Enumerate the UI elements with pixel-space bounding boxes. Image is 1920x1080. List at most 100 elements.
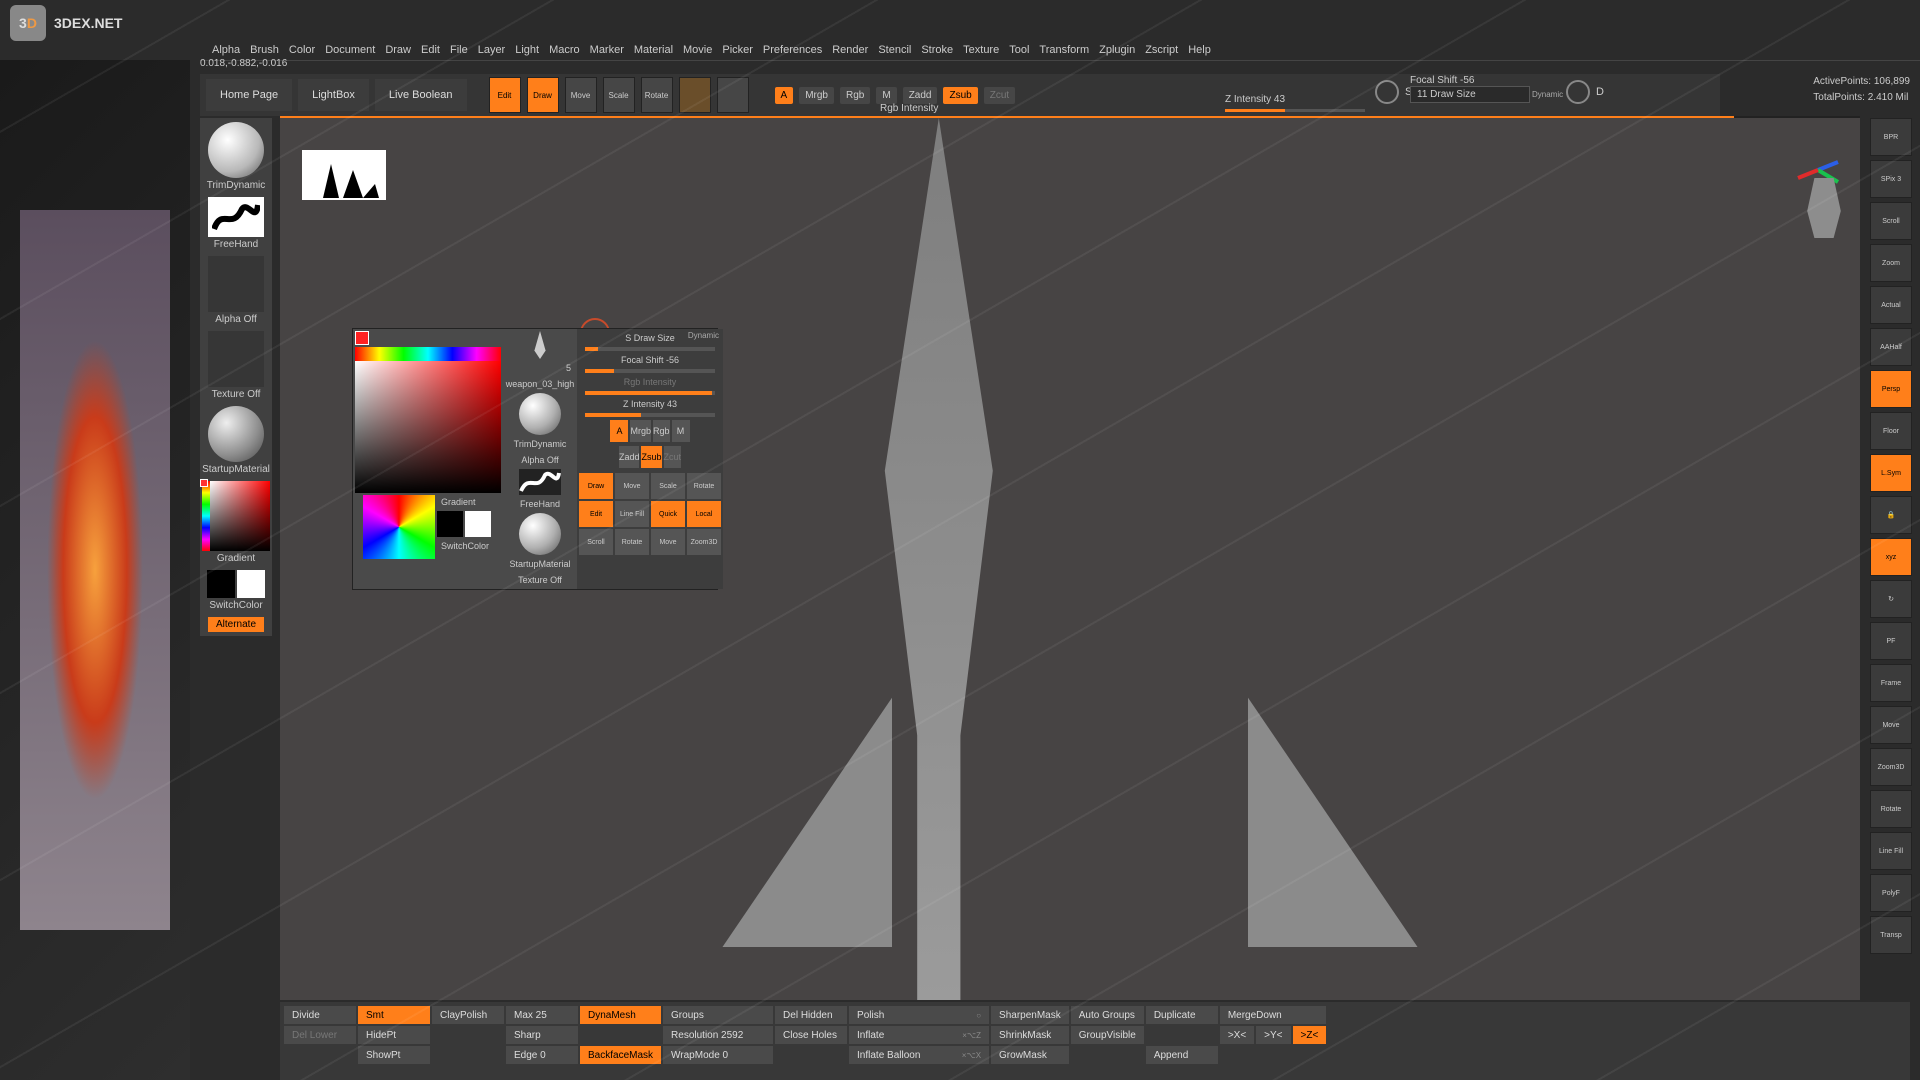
sculptris-toggle[interactable] (679, 77, 711, 113)
popup-edit-icon[interactable]: Edit (579, 501, 613, 527)
growmask-button[interactable]: GrowMask (991, 1046, 1069, 1064)
polish-button[interactable]: Polish○ (849, 1006, 989, 1024)
inflate-button[interactable]: Inflate×⌥Z (849, 1026, 989, 1044)
popup-mrgb-button[interactable]: Mrgb (630, 420, 651, 442)
floor-button[interactable]: Floor (1870, 412, 1912, 450)
edit-mode-button[interactable]: Edit (489, 77, 521, 113)
popup-a-button[interactable]: A (610, 420, 628, 442)
xyz-button[interactable]: xyz (1870, 538, 1912, 576)
smt-button[interactable]: Smt (358, 1006, 430, 1024)
zoom3d-button[interactable]: Zoom3D (1870, 748, 1912, 786)
stroke-thumbnail[interactable] (208, 197, 264, 237)
popup-gradient-picker[interactable] (363, 495, 435, 559)
zoom-button[interactable]: Zoom (1870, 244, 1912, 282)
menu-file[interactable]: File (450, 44, 468, 56)
gizmo-toggle[interactable] (717, 77, 749, 113)
duplicate-button[interactable]: Duplicate (1146, 1006, 1218, 1024)
menu-document[interactable]: Document (325, 44, 375, 56)
alpha-tile[interactable] (208, 256, 264, 312)
groupvisible-button[interactable]: GroupVisible (1071, 1026, 1144, 1044)
edge-slider[interactable]: Edge 0 (506, 1046, 578, 1064)
showpt-button[interactable]: ShowPt (358, 1046, 430, 1064)
mirror-y-button[interactable]: >Y< (1256, 1026, 1290, 1044)
sharp-button[interactable]: Sharp (506, 1026, 578, 1044)
popup-quick-icon[interactable]: Quick (651, 501, 685, 527)
aahalf-button[interactable]: AAHalf (1870, 328, 1912, 366)
persp-button[interactable]: Persp (1870, 370, 1912, 408)
popup-material-ball[interactable] (519, 513, 561, 555)
menu-light[interactable]: Light (515, 44, 539, 56)
popup-rotate-icon[interactable]: Rotate (687, 473, 721, 499)
popup-zsub-button[interactable]: Zsub (641, 446, 661, 468)
rotate-mode-button[interactable]: Rotate (641, 77, 673, 113)
popup-zcut-button[interactable]: Zcut (664, 446, 682, 468)
autogroups-button[interactable]: Auto Groups (1071, 1006, 1144, 1024)
hidept-button[interactable]: HidePt (358, 1026, 430, 1044)
s-dial[interactable] (1375, 80, 1399, 104)
shrinkmask-button[interactable]: ShrinkMask (991, 1026, 1069, 1044)
linefill-button[interactable]: Line Fill (1870, 832, 1912, 870)
popup-rgb-button[interactable]: Rgb (653, 420, 670, 442)
menu-stencil[interactable]: Stencil (878, 44, 911, 56)
menu-alpha[interactable]: Alpha (212, 44, 240, 56)
z-intensity-slider[interactable] (1225, 109, 1365, 112)
spix-button[interactable]: SPix 3 (1870, 160, 1912, 198)
popup-scroll-icon[interactable]: Scroll (579, 529, 613, 555)
move3d-button[interactable]: Move (1870, 706, 1912, 744)
popup-move2-icon[interactable]: Move (651, 529, 685, 555)
scroll-button[interactable]: Scroll (1870, 202, 1912, 240)
draw-size-input[interactable] (1410, 86, 1530, 103)
zcut-chip[interactable]: Zcut (984, 87, 1015, 104)
scale-mode-button[interactable]: Scale (603, 77, 635, 113)
switch-color-swatches[interactable] (207, 570, 265, 598)
divide-button[interactable]: Divide (284, 1006, 356, 1024)
transp-button[interactable]: Transp (1870, 916, 1912, 954)
menu-picker[interactable]: Picker (722, 44, 753, 56)
brush-thumbnail[interactable] (208, 122, 264, 178)
wrapmode-slider[interactable]: WrapMode 0 (663, 1046, 773, 1064)
lock-button[interactable]: 🔒 (1870, 496, 1912, 534)
actual-button[interactable]: Actual (1870, 286, 1912, 324)
popup-rot2-icon[interactable]: Rotate (615, 529, 649, 555)
menu-zplugin[interactable]: Zplugin (1099, 44, 1135, 56)
groups-button[interactable]: Groups (663, 1006, 773, 1024)
mirror-z-button[interactable]: >Z< (1293, 1026, 1327, 1044)
material-thumbnail[interactable] (208, 406, 264, 462)
zsub-chip[interactable]: Zsub (943, 87, 977, 104)
resolution-slider[interactable]: Resolution 2592 (663, 1026, 773, 1044)
lightbox-button[interactable]: LightBox (298, 79, 369, 111)
mode-a-chip[interactable]: A (775, 87, 794, 104)
zadd-chip[interactable]: Zadd (903, 87, 938, 104)
rgb-chip[interactable]: Rgb (840, 87, 870, 104)
closeholes-button[interactable]: Close Holes (775, 1026, 847, 1044)
menu-marker[interactable]: Marker (590, 44, 624, 56)
solo-button[interactable]: ↻ (1870, 580, 1912, 618)
popup-stroke-thumb[interactable] (519, 469, 561, 495)
m-chip[interactable]: M (876, 87, 896, 104)
mrgb-chip[interactable]: Mrgb (799, 87, 834, 104)
menu-material[interactable]: Material (634, 44, 673, 56)
d-dial[interactable] (1566, 80, 1590, 104)
move-mode-button[interactable]: Move (565, 77, 597, 113)
texture-tile[interactable] (208, 331, 264, 387)
menu-render[interactable]: Render (832, 44, 868, 56)
popup-rgbint-slider[interactable] (585, 391, 715, 395)
popup-switchcolor-swatches[interactable] (437, 511, 493, 537)
popup-color-picker[interactable] (355, 347, 501, 493)
polyf-button[interactable]: PolyF (1870, 874, 1912, 912)
draw-mode-button[interactable]: Draw (527, 77, 559, 113)
main-color-swatch[interactable] (355, 331, 369, 345)
popup-zoom3d-icon[interactable]: Zoom3D (687, 529, 721, 555)
color-picker-left[interactable] (202, 481, 270, 551)
menu-macro[interactable]: Macro (549, 44, 580, 56)
popup-focal-slider[interactable] (585, 369, 715, 373)
lsym-button[interactable]: L.Sym (1870, 454, 1912, 492)
delhidden-button[interactable]: Del Hidden (775, 1006, 847, 1024)
popup-m-button[interactable]: M (672, 420, 690, 442)
max-slider[interactable]: Max 25 (506, 1006, 578, 1024)
sharpenmask-button[interactable]: SharpenMask (991, 1006, 1069, 1024)
backfacemask-button[interactable]: BackfaceMask (580, 1046, 661, 1064)
append-button[interactable]: Append (1146, 1046, 1218, 1064)
popup-linefill-icon[interactable]: Line Fill (615, 501, 649, 527)
popup-draw-icon[interactable]: Draw (579, 473, 613, 499)
